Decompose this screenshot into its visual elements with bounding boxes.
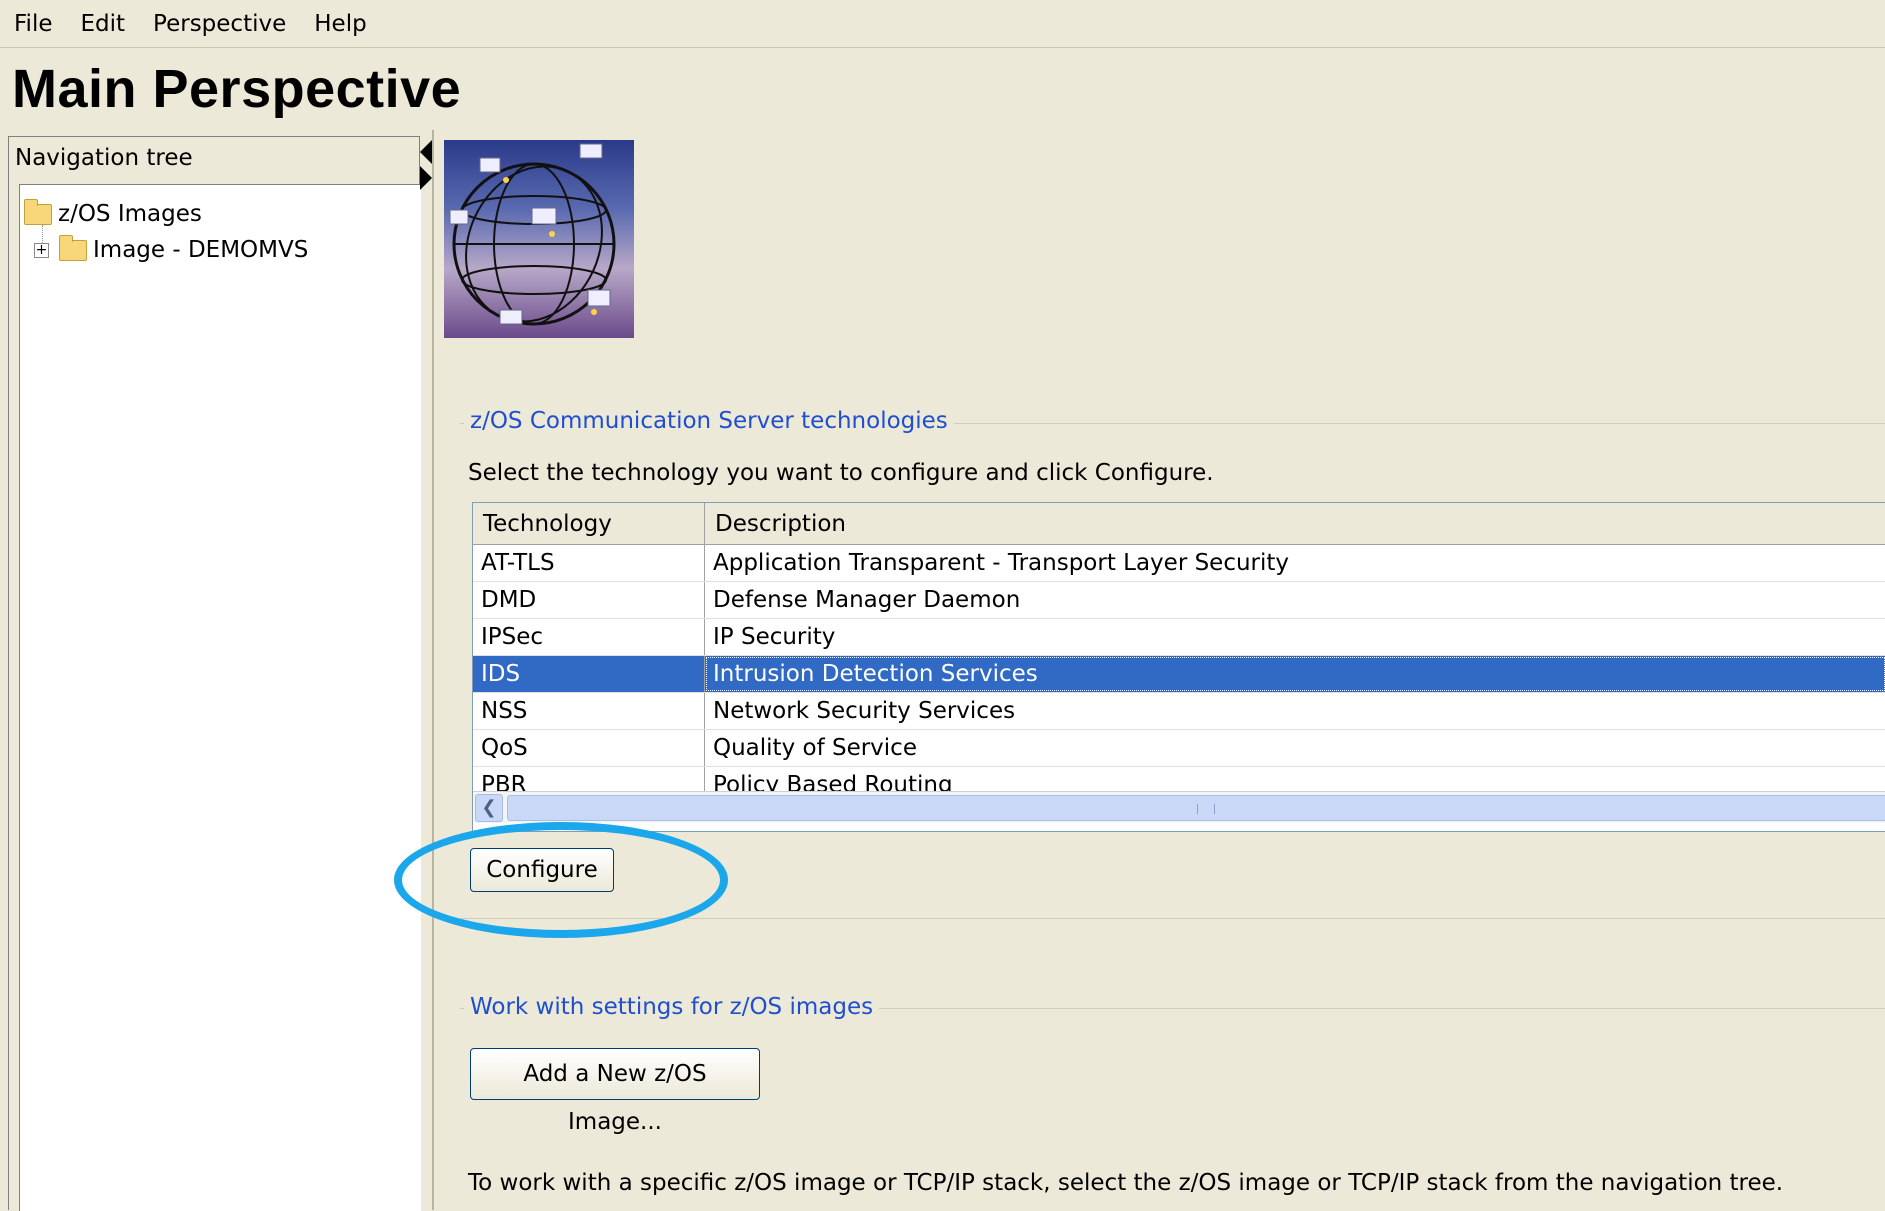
expand-icon[interactable]: +: [34, 242, 49, 258]
footer-instructions: To work with a specific z/OS image or TC…: [468, 1170, 1784, 1196]
tree-item-label: Image - DEMOMVS: [93, 237, 309, 263]
description-cell: Policy Based Routing: [705, 767, 1885, 791]
scroll-left-icon[interactable]: ❮: [475, 794, 503, 822]
technology-cell: AT-TLS: [473, 545, 705, 581]
technology-cell: PBR: [473, 767, 705, 791]
description-cell: Defense Manager Daemon: [705, 582, 1885, 618]
technology-cell: QoS: [473, 730, 705, 766]
navigation-tree[interactable]: z/OS Images + Image - DEMOMVS: [19, 184, 421, 1211]
menu-edit[interactable]: Edit: [81, 11, 126, 37]
table-row[interactable]: DMD Defense Manager Daemon: [473, 582, 1885, 619]
table-row[interactable]: IPSec IP Security: [473, 619, 1885, 656]
technologies-table[interactable]: Technology Description AT-TLS Applicatio…: [472, 502, 1885, 832]
table-row-selected[interactable]: IDS Intrusion Detection Services: [473, 656, 1885, 693]
column-header-technology[interactable]: Technology: [473, 503, 705, 545]
page-title: Main Perspective: [12, 59, 462, 119]
technologies-group-title: z/OS Communication Server technologies: [464, 408, 954, 434]
navigation-title: Navigation tree: [15, 145, 193, 171]
tree-item-label: z/OS Images: [58, 201, 202, 227]
description-cell: IP Security: [705, 619, 1885, 655]
collapse-left-icon[interactable]: [420, 140, 432, 164]
table-header: Technology Description: [473, 503, 1885, 545]
description-cell: Intrusion Detection Services: [705, 656, 1885, 692]
table-row[interactable]: QoS Quality of Service: [473, 730, 1885, 767]
technologies-instructions: Select the technology you want to config…: [468, 460, 1214, 486]
description-cell: Network Security Services: [705, 693, 1885, 729]
folder-icon: [59, 234, 87, 261]
technology-cell: NSS: [473, 693, 705, 729]
technology-cell: DMD: [473, 582, 705, 618]
globe-network-icon: [444, 140, 634, 338]
folder-open-icon: [24, 198, 52, 225]
expand-right-icon[interactable]: [420, 166, 432, 190]
technology-cell: IDS: [473, 656, 705, 692]
column-header-description[interactable]: Description: [705, 503, 1885, 545]
tree-item-image-demomvs[interactable]: + Image - DEMOMVS: [34, 234, 309, 265]
table-body: AT-TLS Application Transparent - Transpo…: [473, 545, 1885, 791]
menu-help[interactable]: Help: [314, 11, 366, 37]
menu-file[interactable]: File: [14, 11, 53, 37]
menu-bar: File Edit Perspective Help: [0, 0, 1885, 48]
description-cell: Application Transparent - Transport Laye…: [705, 545, 1885, 581]
table-row[interactable]: PBR Policy Based Routing: [473, 767, 1885, 791]
table-row[interactable]: AT-TLS Application Transparent - Transpo…: [473, 545, 1885, 582]
add-zos-image-button[interactable]: Add a New z/OS Image...: [470, 1048, 760, 1135]
menu-perspective[interactable]: Perspective: [153, 11, 286, 37]
tree-item-zos-images[interactable]: z/OS Images: [24, 198, 202, 229]
horizontal-scrollbar[interactable]: ❮: [473, 791, 1885, 823]
navigation-panel: Navigation tree z/OS Images + Image - DE…: [8, 136, 421, 1211]
highlight-ellipse: [394, 822, 728, 938]
images-group-title: Work with settings for z/OS images: [464, 994, 880, 1020]
main-panel: z/OS Communication Server technologies S…: [432, 130, 1885, 1210]
scroll-grip-icon: [1197, 804, 1215, 814]
description-cell: Quality of Service: [705, 730, 1885, 766]
panel-splitter[interactable]: [420, 136, 432, 1210]
technology-cell: IPSec: [473, 619, 705, 655]
table-row[interactable]: NSS Network Security Services: [473, 693, 1885, 730]
scrollbar-thumb[interactable]: [507, 795, 1885, 821]
